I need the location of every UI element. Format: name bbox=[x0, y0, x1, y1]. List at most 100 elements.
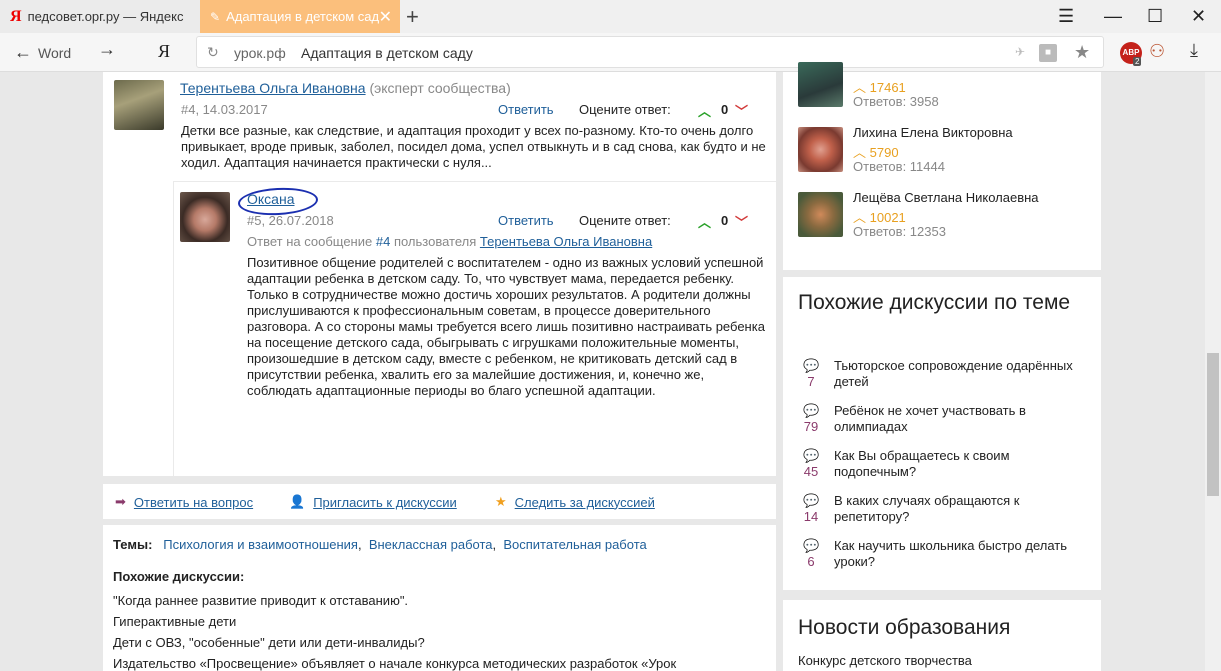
reply-to-mid: пользователя bbox=[393, 234, 477, 249]
comment-author-link[interactable]: Оксана bbox=[247, 191, 294, 207]
arrow-left-icon: ← bbox=[14, 42, 32, 62]
theme-link[interactable]: Внеклассная работа bbox=[369, 537, 493, 552]
discussion-actions: ➡ Ответить на вопрос 👤 Пригласить к диск… bbox=[103, 484, 776, 519]
similar-discussion-link[interactable]: Как научить школьника быстро делать урок… bbox=[834, 538, 1084, 570]
navigation-bar: ← Word → Я ↻ урок.рф Адаптация в детском… bbox=[0, 33, 1221, 72]
invite-action[interactable]: 👤 Пригласить к дискуссии bbox=[289, 494, 457, 510]
follow-action[interactable]: ★ Следить за дискуссией bbox=[495, 494, 655, 510]
menu-icon[interactable]: ☰ bbox=[1058, 6, 1074, 27]
comment-author-line: Оксана bbox=[247, 191, 294, 207]
new-tab-icon[interactable]: + bbox=[406, 4, 419, 30]
rate-label: Оцените ответ: bbox=[579, 213, 671, 228]
similar-discussion-link[interactable]: "Когда раннее развитие приводит к отстав… bbox=[113, 593, 408, 608]
user-name[interactable]: Лещёва Светлана Николаевна bbox=[853, 190, 1039, 205]
back-label: Word bbox=[38, 44, 72, 61]
star-icon: ★ bbox=[495, 494, 507, 509]
vote-up-icon[interactable]: ︿ bbox=[698, 101, 711, 120]
yandex-logo-icon: Я bbox=[10, 7, 22, 25]
close-window-icon[interactable]: ✕ bbox=[1191, 6, 1206, 27]
discussion-icon: 💬 bbox=[803, 538, 820, 553]
pin-icon[interactable]: ✈ bbox=[1015, 45, 1025, 59]
url-host: урок.рф bbox=[234, 45, 286, 61]
reply-to-number-link[interactable]: #4 bbox=[376, 234, 390, 249]
bookmark-star-icon[interactable]: ★ bbox=[1074, 42, 1090, 63]
user-answers: Ответов: 11444 bbox=[853, 159, 945, 174]
comment-author-link[interactable]: Терентьева Ольга Ивановна bbox=[180, 80, 366, 96]
similar-discussion-link[interactable]: Ребёнок не хочет участвовать в олимпиада… bbox=[834, 403, 1084, 435]
expert-badge: (эксперт сообщества) bbox=[369, 80, 511, 96]
url-title: Адаптация в детском саду bbox=[301, 45, 473, 61]
invite-link[interactable]: Пригласить к дискуссии bbox=[313, 495, 457, 510]
themes-label: Темы: bbox=[113, 537, 153, 552]
discussion-count: 79 bbox=[803, 419, 819, 434]
theme-link[interactable]: Воспитательная работа bbox=[503, 537, 646, 552]
themes-panel: Темы: Психология и взаимоотношения, Внек… bbox=[103, 525, 776, 671]
yandex-home-button[interactable]: Я bbox=[158, 41, 170, 62]
news-item-link[interactable]: Конкурс детского творчества bbox=[798, 653, 972, 668]
lock-icon[interactable]: ■ bbox=[1039, 44, 1057, 62]
answer-question-action[interactable]: ➡ Ответить на вопрос bbox=[115, 494, 253, 510]
vote-count: 0 bbox=[721, 213, 729, 228]
reply-to-prefix: Ответ на сообщение bbox=[247, 234, 373, 249]
themes-row: Темы: Психология и взаимоотношения, Внек… bbox=[113, 537, 647, 552]
close-tab-icon[interactable]: ✕ bbox=[379, 7, 392, 27]
discussion-icon: 💬 bbox=[803, 448, 820, 463]
similar-discussion-link[interactable]: Дети с ОВЗ, "особенные" дети или дети-ин… bbox=[113, 635, 425, 650]
extension-icon[interactable]: ⚇ bbox=[1149, 41, 1165, 62]
discussion-count: 45 bbox=[803, 464, 819, 479]
adblock-count-badge: 2 bbox=[1133, 57, 1142, 66]
theme-link[interactable]: Психология и взаимоотношения bbox=[163, 537, 358, 552]
similar-discussions-label: Похожие дискуссии: bbox=[113, 569, 245, 584]
vote-count: 0 bbox=[721, 102, 729, 117]
tab-active[interactable]: ✎ Адаптация в детском сад ✕ bbox=[200, 0, 400, 33]
discussion-icon: 💬 bbox=[803, 493, 820, 508]
discussion-count: 14 bbox=[803, 509, 819, 524]
reply-to-user-link[interactable]: Терентьева Ольга Ивановна bbox=[480, 234, 652, 249]
forward-button[interactable]: → bbox=[98, 39, 116, 60]
comment-text: Детки все разные, как следствие, и адапт… bbox=[181, 123, 766, 170]
reload-icon[interactable]: ↻ bbox=[207, 44, 219, 61]
vote-up-icon[interactable]: ︿ bbox=[698, 212, 711, 231]
comments-panel: Терентьева Ольга Ивановна (эксперт сообщ… bbox=[103, 72, 776, 476]
user-name[interactable]: Лихина Елена Викторовна bbox=[853, 125, 1013, 140]
arrow-right-icon: ➡ bbox=[115, 494, 126, 509]
scrollbar-thumb[interactable] bbox=[1207, 353, 1219, 496]
minimize-icon[interactable]: — bbox=[1104, 6, 1122, 27]
download-icon[interactable]: ⤓ bbox=[1190, 40, 1198, 61]
comment-text: Позитивное общение родителей с воспитате… bbox=[247, 255, 765, 398]
top-users-panel: ︿ 17461 Ответов: 3958 Лихина Елена Викто… bbox=[783, 62, 1101, 270]
user-answers: Ответов: 12353 bbox=[853, 224, 946, 239]
avatar[interactable] bbox=[114, 80, 164, 130]
similar-discussions-panel: Похожие дискуссии по теме 💬 7 Тьюторское… bbox=[783, 277, 1101, 590]
back-button[interactable]: ← Word bbox=[14, 42, 71, 63]
reply-link[interactable]: Ответить bbox=[498, 102, 554, 117]
avatar[interactable] bbox=[798, 192, 843, 237]
tab-pedsovet[interactable]: Я педсовет.орг.ру — Яндекс bbox=[0, 0, 200, 33]
avatar[interactable] bbox=[798, 62, 843, 107]
news-title: Новости образования bbox=[798, 616, 1011, 639]
rate-label: Оцените ответ: bbox=[579, 102, 671, 117]
similar-discussion-link[interactable]: Издательство «Просвещение» объявляет о н… bbox=[113, 656, 676, 671]
tab-bar: Я педсовет.орг.ру — Яндекс ✎ Адаптация в… bbox=[0, 0, 1221, 33]
add-user-icon: 👤 bbox=[289, 494, 306, 509]
reply-link[interactable]: Ответить bbox=[498, 213, 554, 228]
discussion-count: 6 bbox=[807, 554, 815, 569]
answer-question-link[interactable]: Ответить на вопрос bbox=[134, 495, 253, 510]
comment-meta: #4, 14.03.2017 bbox=[181, 102, 268, 117]
avatar[interactable] bbox=[180, 192, 230, 242]
comment-meta: #5, 26.07.2018 bbox=[247, 213, 334, 228]
address-bar[interactable]: ↻ урок.рф Адаптация в детском саду ✈ ■ ★ bbox=[196, 36, 1104, 68]
follow-link[interactable]: Следить за дискуссией bbox=[515, 495, 655, 510]
maximize-icon[interactable]: ☐ bbox=[1147, 6, 1163, 27]
news-panel: Новости образования Конкурс детского тво… bbox=[783, 600, 1101, 671]
vote-down-icon[interactable]: ﹀ bbox=[735, 101, 748, 120]
user-answers: Ответов: 3958 bbox=[853, 94, 939, 109]
avatar[interactable] bbox=[798, 127, 843, 172]
discussion-count: 7 bbox=[807, 374, 815, 389]
similar-discussion-link[interactable]: Гиперактивные дети bbox=[113, 614, 236, 629]
similar-discussion-link[interactable]: Как Вы обращаетесь к своим подопечным? bbox=[834, 448, 1084, 480]
similar-discussion-link[interactable]: В каких случаях обращаются к репетитору? bbox=[834, 493, 1084, 525]
similar-discussion-link[interactable]: Тьюторское сопровождение одарённых детей bbox=[834, 358, 1084, 390]
similar-discussions-title: Похожие дискуссии по теме bbox=[798, 291, 1071, 314]
vote-down-icon[interactable]: ﹀ bbox=[735, 212, 748, 231]
